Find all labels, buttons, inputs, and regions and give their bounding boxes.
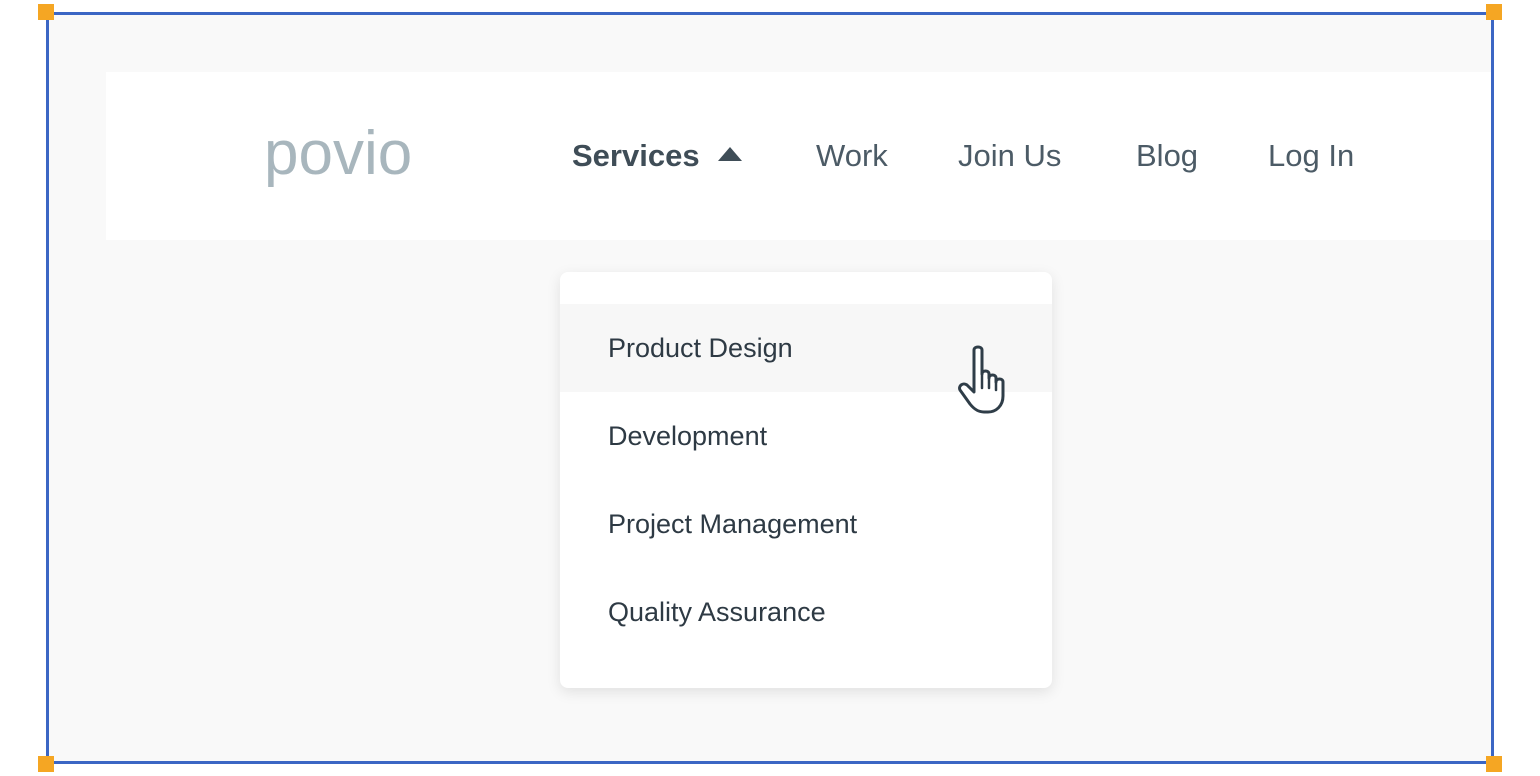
resize-handle-top-left[interactable] <box>38 4 54 20</box>
nav-work[interactable]: Work <box>816 136 888 176</box>
resize-handle-top-right[interactable] <box>1486 4 1502 20</box>
dropdown-item-project-management[interactable]: Project Management <box>560 480 1052 568</box>
hand-pointer-icon <box>958 345 1005 414</box>
nav-log-in[interactable]: Log In <box>1268 136 1354 176</box>
site-header: povio Services Work Join Us Blog Log In <box>106 72 1491 240</box>
caret-up-icon <box>717 146 742 161</box>
selection-frame: povio Services Work Join Us Blog Log In … <box>46 12 1494 764</box>
nav-blog[interactable]: Blog <box>1136 136 1198 176</box>
main-nav: Services Work Join Us Blog Log In <box>106 72 1491 240</box>
resize-handle-bottom-right[interactable] <box>1486 756 1502 772</box>
dropdown-item-quality-assurance[interactable]: Quality Assurance <box>560 568 1052 656</box>
nav-join-us[interactable]: Join Us <box>958 136 1061 176</box>
nav-services-label: Services <box>572 138 700 173</box>
resize-handle-bottom-left[interactable] <box>38 756 54 772</box>
canvas: povio Services Work Join Us Blog Log In … <box>0 0 1540 776</box>
nav-services[interactable]: Services <box>572 136 742 176</box>
services-dropdown: Product Design Development Project Manag… <box>560 272 1052 688</box>
